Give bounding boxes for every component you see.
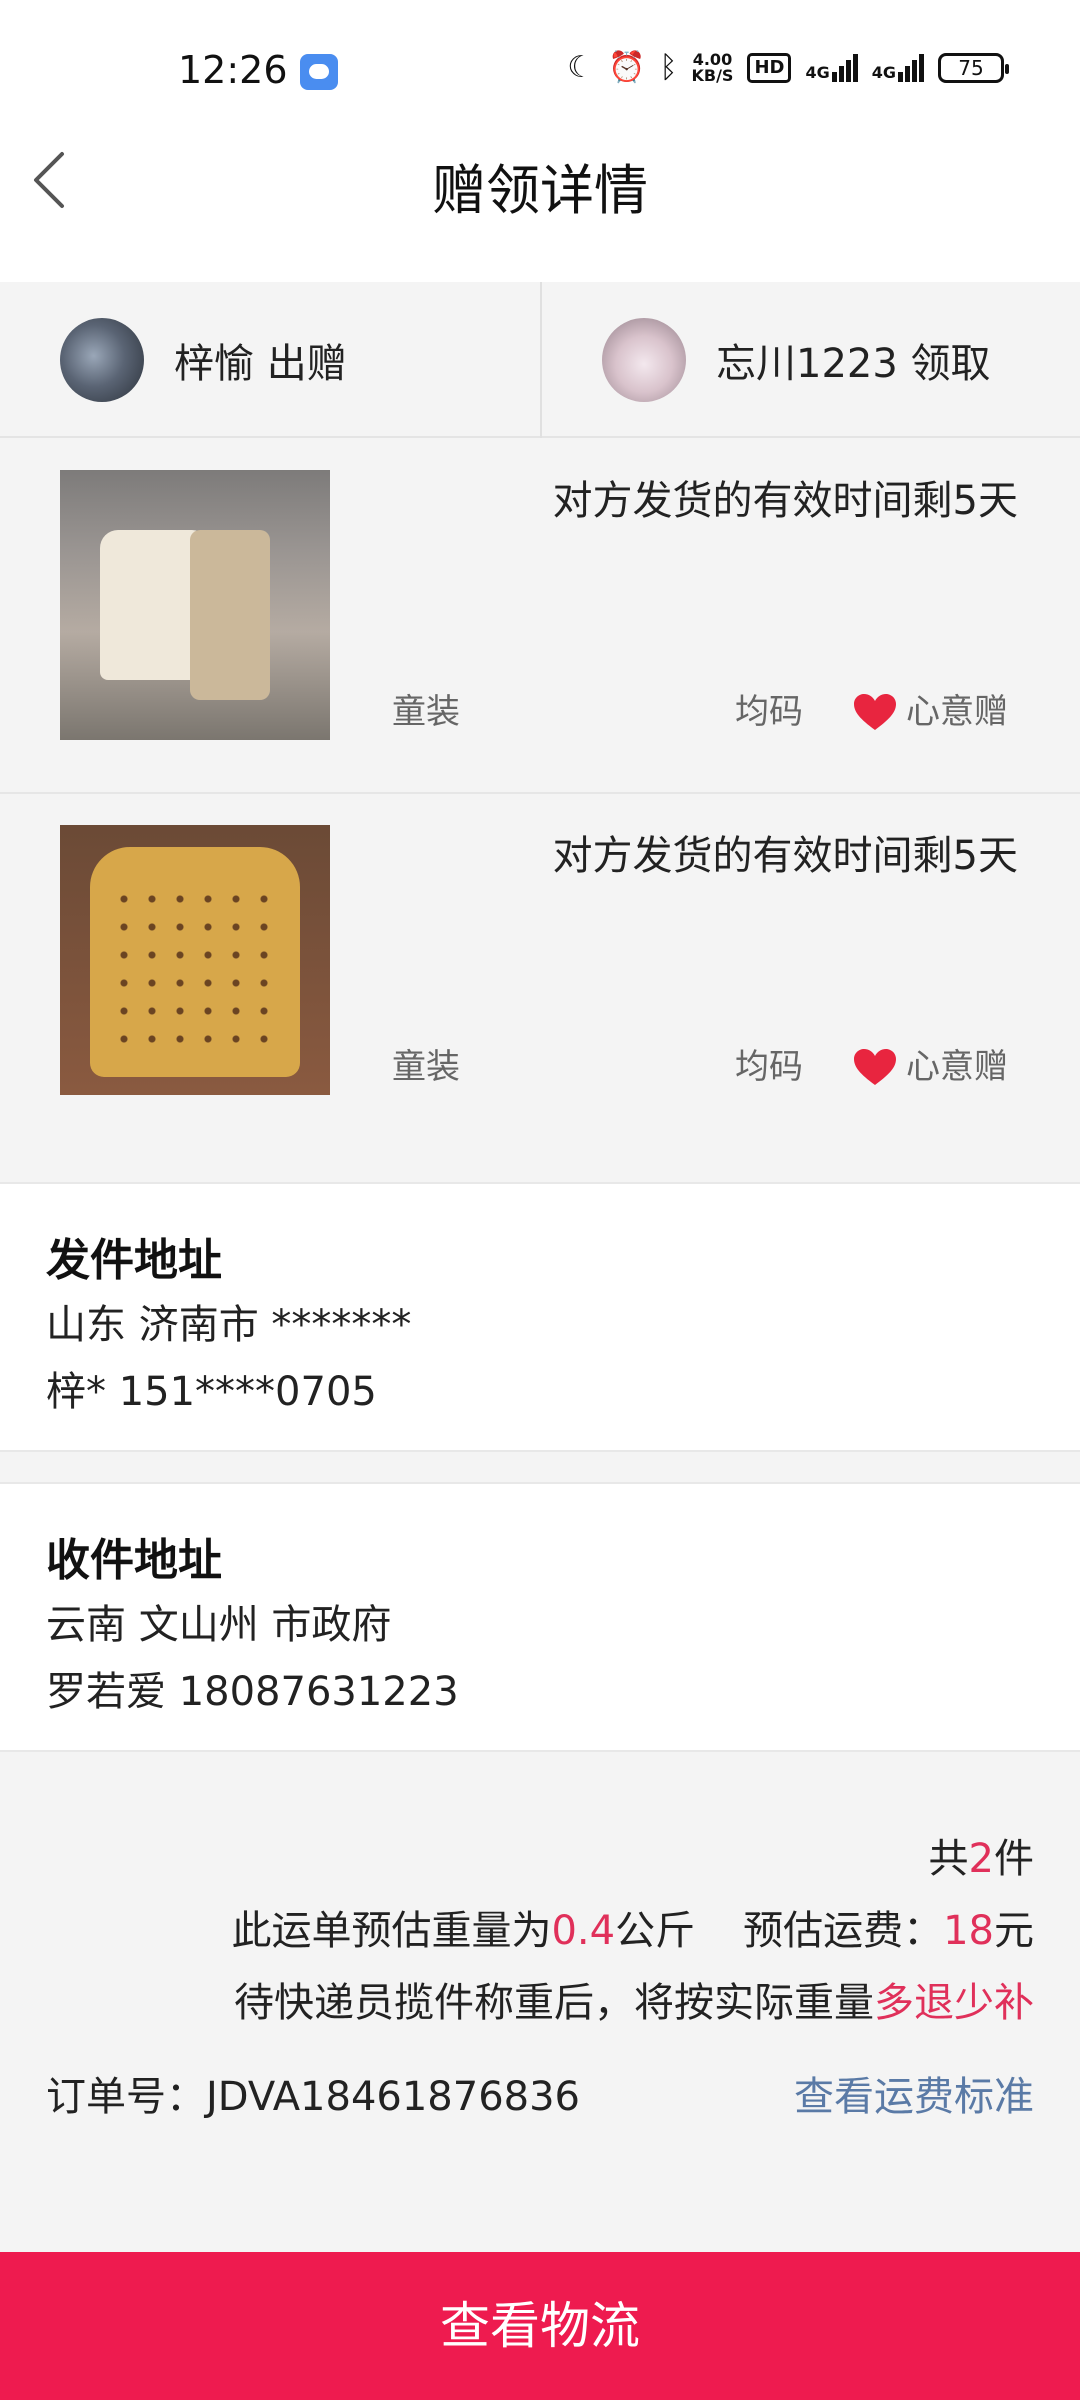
item-category: 童装 xyxy=(392,692,460,732)
sender-address-location: 山东 济南市 ******* xyxy=(46,1302,412,1348)
status-time: 12:26 xyxy=(178,48,288,92)
alarm-icon: ⏰ xyxy=(608,50,646,85)
signal-icon: 4G xyxy=(805,53,858,82)
network-speed: 4.00 KB/S xyxy=(691,49,734,85)
sender-contact: 梓* 151****0705 xyxy=(46,1369,377,1415)
item-size: 均码 xyxy=(735,1047,803,1087)
bluetooth-icon: ᛒ xyxy=(659,50,678,85)
status-icons: ☾ ⏰ ᛒ 4.00 KB/S HD 4G 4G 75 xyxy=(567,49,1009,85)
section-gap xyxy=(0,1452,1080,1482)
item-count: 共2件 xyxy=(928,1836,1034,1882)
heart-icon xyxy=(854,694,896,730)
gift-item[interactable]: 对方发货的有效时间剩5天 童装 均码 心意赠 xyxy=(0,795,1080,1149)
item-image xyxy=(60,470,330,740)
status-bar: 12:26 ☾ ⏰ ᛒ 4.00 KB/S HD 4G 4G 75 xyxy=(0,0,1080,140)
order-number: 订单号：JDVA18461876836 xyxy=(46,2074,581,2120)
receiver-contact: 罗若爱 18087631223 xyxy=(46,1669,459,1715)
receiver-address-card: 收件地址 云南 文山州 市政府 罗若爱 18087631223 xyxy=(0,1482,1080,1752)
receiver[interactable]: 忘川1223 领取 xyxy=(602,282,991,438)
divider xyxy=(540,282,542,438)
signal-icon-2: 4G xyxy=(872,53,924,82)
receiver-address-title: 收件地址 xyxy=(46,1535,222,1586)
giver-name: 梓愉 出赠 xyxy=(174,341,347,387)
chat-notification-icon xyxy=(300,54,338,90)
gift-item[interactable]: 对方发货的有效时间剩5天 童装 均码 心意赠 xyxy=(0,440,1080,794)
view-logistics-button[interactable]: 查看物流 xyxy=(0,2252,1080,2400)
item-deadline: 对方发货的有效时间剩5天 xyxy=(552,833,1018,879)
moon-icon: ☾ xyxy=(567,50,595,85)
item-image xyxy=(60,825,330,1095)
page-title: 赠领详情 xyxy=(432,159,648,222)
heart-icon xyxy=(854,1049,896,1085)
receiver-avatar xyxy=(602,318,686,402)
receiver-name: 忘川1223 领取 xyxy=(716,341,991,387)
item-gift-type: 心意赠 xyxy=(906,692,1008,732)
battery-icon: 75 xyxy=(938,52,1009,83)
giver[interactable]: 梓愉 出赠 xyxy=(60,282,347,438)
weight-adjust-note: 待快递员揽件称重后，将按实际重量多退少补 xyxy=(234,1980,1034,2026)
shipping-fee-standard-link[interactable]: 查看运费标准 xyxy=(794,2064,1034,2122)
hd-icon: HD xyxy=(747,52,792,83)
item-deadline: 对方发货的有效时间剩5天 xyxy=(552,478,1018,524)
item-gift-type: 心意赠 xyxy=(906,1047,1008,1087)
sender-address-card: 发件地址 山东 济南市 ******* 梓* 151****0705 xyxy=(0,1182,1080,1452)
sender-address-title: 发件地址 xyxy=(46,1235,222,1286)
estimated-weight-fee: 此运单预估重量为0.4公斤 预估运费：18元 xyxy=(231,1908,1034,1954)
item-size: 均码 xyxy=(735,692,803,732)
item-category: 童装 xyxy=(392,1047,460,1087)
giver-avatar xyxy=(60,318,144,402)
receiver-address-location: 云南 文山州 市政府 xyxy=(46,1602,392,1648)
